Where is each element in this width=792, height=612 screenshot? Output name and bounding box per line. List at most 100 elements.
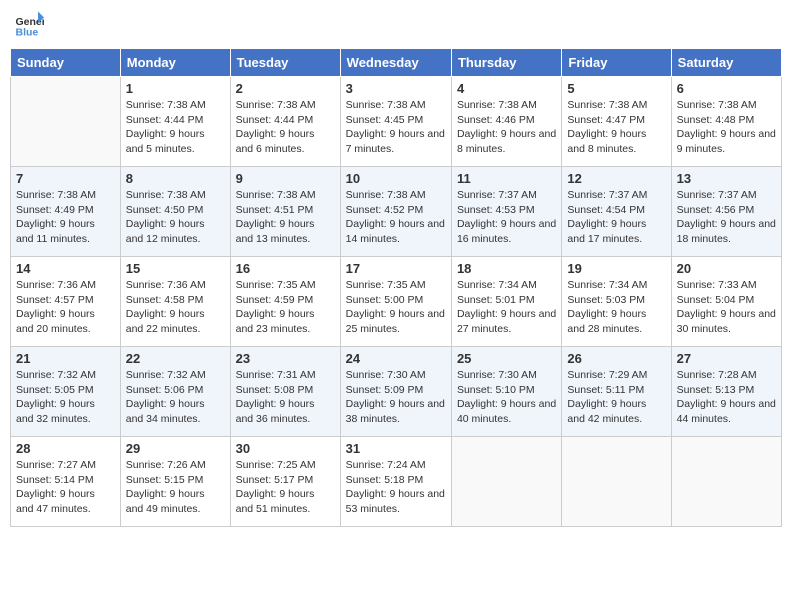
calendar-cell: 16 Sunrise: 7:35 AMSunset: 4:59 PMDayligh… <box>230 257 340 347</box>
calendar-cell: 23 Sunrise: 7:31 AMSunset: 5:08 PMDayligh… <box>230 347 340 437</box>
day-number: 30 <box>236 441 335 456</box>
day-info: Sunrise: 7:28 AMSunset: 5:13 PMDaylight:… <box>677 368 776 427</box>
day-info: Sunrise: 7:38 AMSunset: 4:45 PMDaylight:… <box>346 98 446 157</box>
weekday-header-wednesday: Wednesday <box>340 49 451 77</box>
day-number: 18 <box>457 261 556 276</box>
day-number: 29 <box>126 441 225 456</box>
day-number: 14 <box>16 261 115 276</box>
svg-text:Blue: Blue <box>16 27 39 39</box>
calendar-cell: 24 Sunrise: 7:30 AMSunset: 5:09 PMDayligh… <box>340 347 451 437</box>
day-number: 23 <box>236 351 335 366</box>
calendar-cell: 18 Sunrise: 7:34 AMSunset: 5:01 PMDayligh… <box>451 257 561 347</box>
day-info: Sunrise: 7:38 AMSunset: 4:46 PMDaylight:… <box>457 98 556 157</box>
day-info: Sunrise: 7:35 AMSunset: 5:00 PMDaylight:… <box>346 278 446 337</box>
day-number: 2 <box>236 81 335 96</box>
day-info: Sunrise: 7:38 AMSunset: 4:52 PMDaylight:… <box>346 188 446 247</box>
day-number: 21 <box>16 351 115 366</box>
day-number: 26 <box>567 351 665 366</box>
day-info: Sunrise: 7:38 AMSunset: 4:51 PMDaylight:… <box>236 188 335 247</box>
calendar-cell: 15 Sunrise: 7:36 AMSunset: 4:58 PMDayligh… <box>120 257 230 347</box>
calendar-week-row: 21 Sunrise: 7:32 AMSunset: 5:05 PMDayligh… <box>11 347 782 437</box>
weekday-header-monday: Monday <box>120 49 230 77</box>
day-number: 10 <box>346 171 446 186</box>
calendar-week-row: 28Sunrise: 7:27 AMSunset: 5:14 PMDayligh… <box>11 437 782 527</box>
day-number: 1 <box>126 81 225 96</box>
calendar-cell: 6Sunrise: 7:38 AMSunset: 4:48 PMDaylight… <box>671 77 781 167</box>
calendar-cell <box>671 437 781 527</box>
calendar-cell: 27 Sunrise: 7:28 AMSunset: 5:13 PMDayligh… <box>671 347 781 437</box>
calendar-cell: 31 Sunrise: 7:24 AMSunset: 5:18 PMDayligh… <box>340 437 451 527</box>
weekday-header-friday: Friday <box>562 49 671 77</box>
day-info: Sunrise: 7:34 AMSunset: 5:03 PMDaylight:… <box>567 278 665 337</box>
day-number: 9 <box>236 171 335 186</box>
day-number: 16 <box>236 261 335 276</box>
day-number: 25 <box>457 351 556 366</box>
weekday-header-saturday: Saturday <box>671 49 781 77</box>
day-number: 4 <box>457 81 556 96</box>
day-number: 11 <box>457 171 556 186</box>
day-info: Sunrise: 7:38 AMSunset: 4:50 PMDaylight:… <box>126 188 225 247</box>
day-number: 3 <box>346 81 446 96</box>
calendar-cell: 26 Sunrise: 7:29 AMSunset: 5:11 PMDayligh… <box>562 347 671 437</box>
day-number: 31 <box>346 441 446 456</box>
day-number: 7 <box>16 171 115 186</box>
day-number: 12 <box>567 171 665 186</box>
weekday-header-thursday: Thursday <box>451 49 561 77</box>
calendar-cell: 17 Sunrise: 7:35 AMSunset: 5:00 PMDayligh… <box>340 257 451 347</box>
calendar-cell: 7 Sunrise: 7:38 AMSunset: 4:49 PMDaylight… <box>11 167 121 257</box>
day-info: Sunrise: 7:29 AMSunset: 5:11 PMDaylight:… <box>567 368 665 427</box>
weekday-header-tuesday: Tuesday <box>230 49 340 77</box>
weekday-header-sunday: Sunday <box>11 49 121 77</box>
calendar-table: SundayMondayTuesdayWednesdayThursdayFrid… <box>10 48 782 527</box>
day-info: Sunrise: 7:30 AMSunset: 5:09 PMDaylight:… <box>346 368 446 427</box>
day-number: 19 <box>567 261 665 276</box>
day-number: 13 <box>677 171 776 186</box>
day-number: 27 <box>677 351 776 366</box>
calendar-cell: 22Sunrise: 7:32 AMSunset: 5:06 PMDayligh… <box>120 347 230 437</box>
calendar-cell: 20 Sunrise: 7:33 AMSunset: 5:04 PMDayligh… <box>671 257 781 347</box>
day-info: Sunrise: 7:38 AMSunset: 4:44 PMDaylight:… <box>236 98 335 157</box>
day-number: 20 <box>677 261 776 276</box>
day-info: Sunrise: 7:36 AMSunset: 4:58 PMDaylight:… <box>126 278 225 337</box>
day-info: Sunrise: 7:24 AMSunset: 5:18 PMDaylight:… <box>346 458 446 517</box>
calendar-cell: 3 Sunrise: 7:38 AMSunset: 4:45 PMDaylight… <box>340 77 451 167</box>
day-info: Sunrise: 7:38 AMSunset: 4:48 PMDaylight:… <box>677 98 776 157</box>
day-info: Sunrise: 7:31 AMSunset: 5:08 PMDaylight:… <box>236 368 335 427</box>
day-number: 17 <box>346 261 446 276</box>
day-info: Sunrise: 7:32 AMSunset: 5:06 PMDaylight:… <box>126 368 225 427</box>
day-number: 8 <box>126 171 225 186</box>
day-info: Sunrise: 7:30 AMSunset: 5:10 PMDaylight:… <box>457 368 556 427</box>
calendar-cell: 13 Sunrise: 7:37 AMSunset: 4:56 PMDayligh… <box>671 167 781 257</box>
day-info: Sunrise: 7:38 AMSunset: 4:47 PMDaylight:… <box>567 98 665 157</box>
day-info: Sunrise: 7:36 AMSunset: 4:57 PMDaylight:… <box>16 278 115 337</box>
calendar-cell: 30 Sunrise: 7:25 AMSunset: 5:17 PMDayligh… <box>230 437 340 527</box>
calendar-cell <box>562 437 671 527</box>
calendar-cell <box>11 77 121 167</box>
calendar-cell: 9 Sunrise: 7:38 AMSunset: 4:51 PMDaylight… <box>230 167 340 257</box>
day-info: Sunrise: 7:38 AMSunset: 4:44 PMDaylight:… <box>126 98 225 157</box>
logo: General Blue <box>14 10 44 40</box>
calendar-cell: 19 Sunrise: 7:34 AMSunset: 5:03 PMDayligh… <box>562 257 671 347</box>
calendar-cell: 14 Sunrise: 7:36 AMSunset: 4:57 PMDayligh… <box>11 257 121 347</box>
page-header: General Blue <box>10 10 782 40</box>
calendar-cell: 2 Sunrise: 7:38 AMSunset: 4:44 PMDaylight… <box>230 77 340 167</box>
calendar-cell: 1 Sunrise: 7:38 AMSunset: 4:44 PMDaylight… <box>120 77 230 167</box>
day-info: Sunrise: 7:33 AMSunset: 5:04 PMDaylight:… <box>677 278 776 337</box>
day-info: Sunrise: 7:35 AMSunset: 4:59 PMDaylight:… <box>236 278 335 337</box>
weekday-header-row: SundayMondayTuesdayWednesdayThursdayFrid… <box>11 49 782 77</box>
day-number: 24 <box>346 351 446 366</box>
day-info: Sunrise: 7:32 AMSunset: 5:05 PMDaylight:… <box>16 368 115 427</box>
day-info: Sunrise: 7:37 AMSunset: 4:56 PMDaylight:… <box>677 188 776 247</box>
day-info: Sunrise: 7:38 AMSunset: 4:49 PMDaylight:… <box>16 188 115 247</box>
calendar-cell: 10 Sunrise: 7:38 AMSunset: 4:52 PMDayligh… <box>340 167 451 257</box>
day-info: Sunrise: 7:34 AMSunset: 5:01 PMDaylight:… <box>457 278 556 337</box>
day-info: Sunrise: 7:37 AMSunset: 4:53 PMDaylight:… <box>457 188 556 247</box>
calendar-cell: 21 Sunrise: 7:32 AMSunset: 5:05 PMDayligh… <box>11 347 121 437</box>
calendar-cell: 28Sunrise: 7:27 AMSunset: 5:14 PMDayligh… <box>11 437 121 527</box>
calendar-cell: 8 Sunrise: 7:38 AMSunset: 4:50 PMDaylight… <box>120 167 230 257</box>
day-info: Sunrise: 7:25 AMSunset: 5:17 PMDaylight:… <box>236 458 335 517</box>
day-info: Sunrise: 7:27 AMSunset: 5:14 PMDaylight:… <box>16 458 115 517</box>
day-number: 5 <box>567 81 665 96</box>
day-number: 15 <box>126 261 225 276</box>
calendar-cell <box>451 437 561 527</box>
